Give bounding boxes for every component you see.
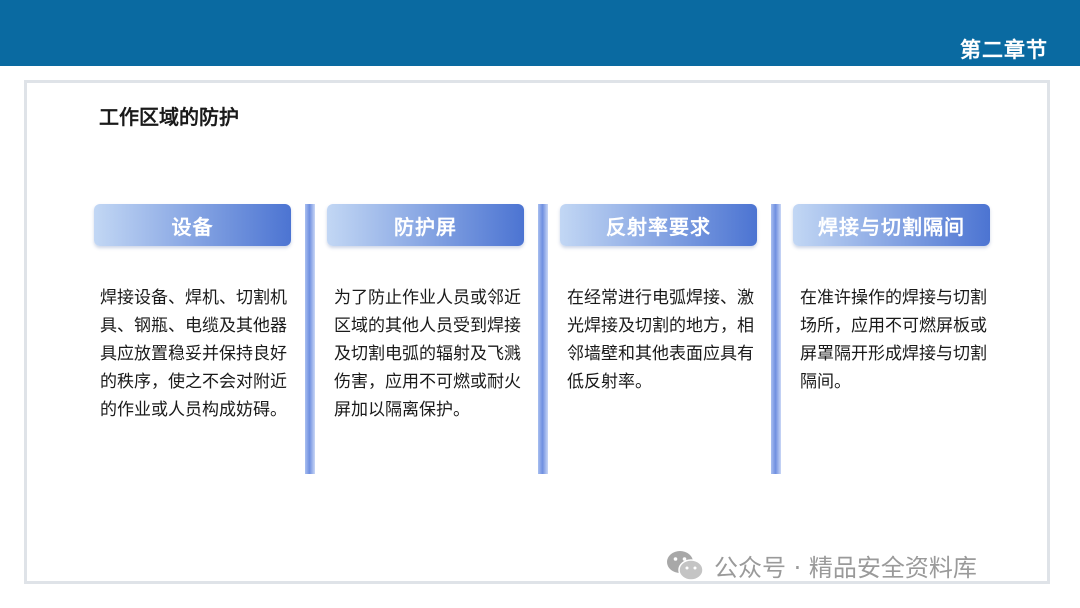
column-divider [771,204,781,474]
column-body-reflectivity: 在经常进行电弧焊接、激光焊接及切割的地方，相邻墙壁和其他表面应具有低反射率。 [567,288,754,392]
column-divider [305,204,315,474]
top-banner [0,0,1080,66]
column-header-protective-screen: 防护屏 [327,204,524,246]
page-title: 工作区域的防护 [99,105,239,129]
column-divider [538,204,548,474]
chapter-label: 第二章节 [960,38,1048,62]
column-header-reflectivity: 反射率要求 [560,204,757,246]
wechat-icon [667,550,704,581]
watermark: 公众号 · 精品安全资料库 [666,548,977,583]
column-body-equipment: 焊接设备、焊机、切割机具、钢瓶、电缆及其他器具应放置稳妥并保持良好的秩序，使之不… [100,288,287,420]
column-header-welding-booth: 焊接与切割隔间 [793,204,990,246]
column-body-welding-booth: 在准许操作的焊接与切割场所，应用不可燃屏板或屏罩隔开形成焊接与切割隔间。 [800,288,987,392]
watermark-text: 公众号 · 精品安全资料库 [714,554,977,582]
column-body-protective-screen: 为了防止作业人员或邻近区域的其他人员受到焊接及切割电弧的辐射及飞溅伤害，应用不可… [334,288,521,420]
column-header-equipment: 设备 [94,204,291,246]
